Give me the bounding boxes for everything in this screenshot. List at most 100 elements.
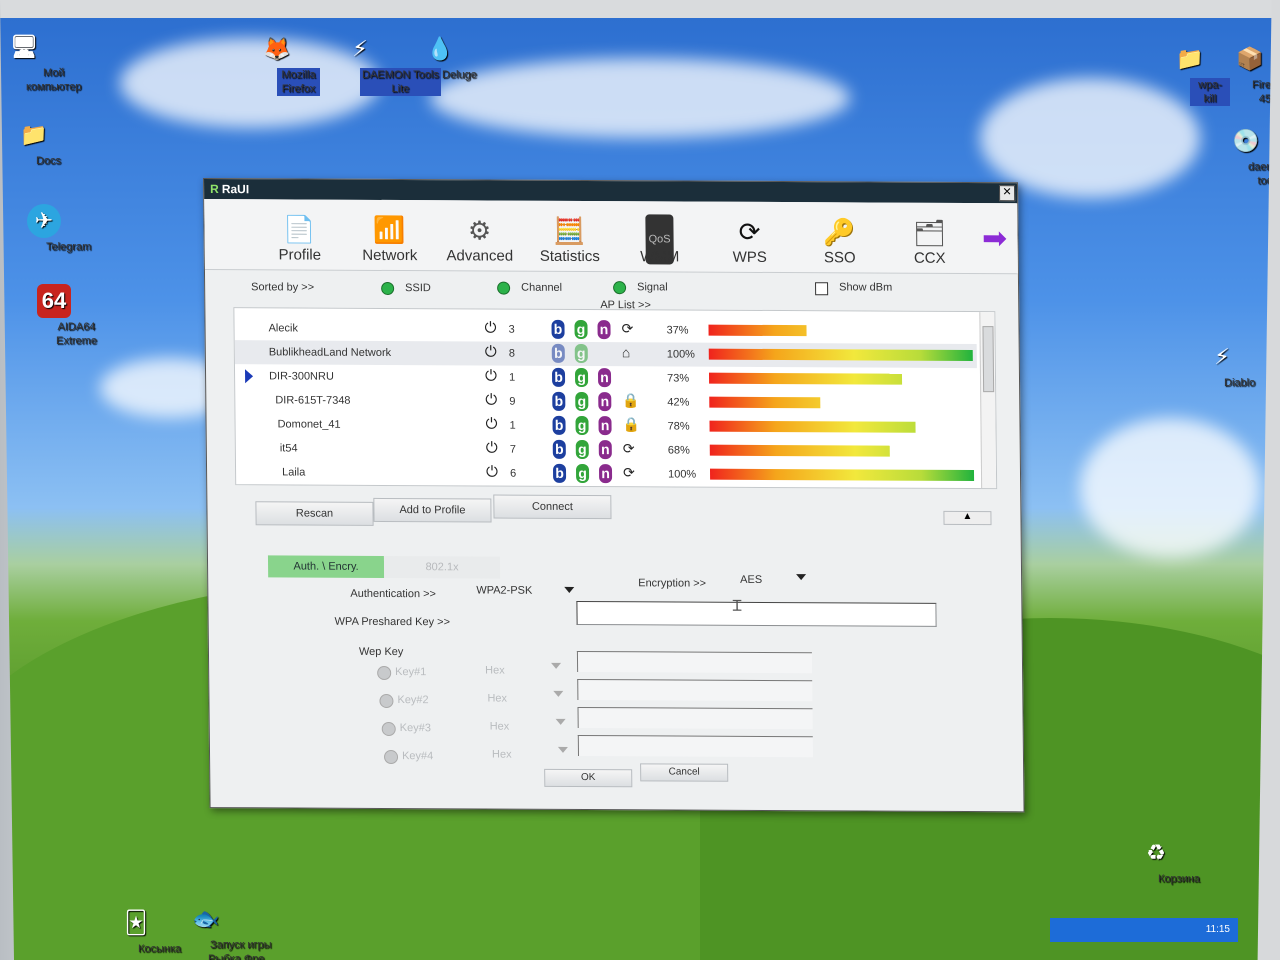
ap-row[interactable]: Laila ⏻ 6 b g n ⟳ 100% [236, 460, 978, 488]
sort-channel-radio[interactable] [497, 281, 511, 295]
toolbar-statistics-button[interactable]: 🧮 Statistics [524, 214, 615, 271]
desktop-icon-docs[interactable]: 📁 Docs [0, 118, 76, 168]
cloud [980, 78, 1200, 198]
sort-ssid-radio[interactable] [381, 281, 395, 296]
deluge-icon: 💧 [426, 36, 454, 61]
wep-key4-radio[interactable] [383, 749, 399, 765]
chevron-down-icon[interactable] [551, 662, 562, 669]
desktop-icon-fishing-game[interactable]: 🐟 Запуск игры Рыбка Фре... [166, 902, 273, 960]
lock-icon: ⌂ [621, 344, 631, 361]
telegram-icon: ✈ [27, 204, 61, 238]
gears-icon: ⚙ [467, 215, 492, 246]
mode-g-icon: g [574, 367, 589, 388]
collapse-button[interactable]: ▲ [943, 510, 992, 526]
installer-icon: 📦 [1236, 46, 1264, 71]
sort-signal-radio[interactable] [613, 281, 627, 295]
mode-b-icon: b [552, 391, 566, 411]
desktop-icon-firefox[interactable]: 🦊 Mozilla Firefox [234, 32, 320, 96]
desktop-icon-aida64[interactable]: 64 AIDA64 Extreme [12, 284, 97, 347]
wps-icon: ⟳ [738, 216, 761, 247]
clock[interactable]: 11:15 [1206, 924, 1230, 935]
arrow-right-icon[interactable]: ➡ [974, 221, 1014, 256]
wep-key1-radio[interactable] [377, 665, 392, 681]
desktop-icon-daemon-too[interactable]: 💿 daemon-too... [1206, 124, 1280, 188]
ap-list-scrollbar[interactable] [979, 312, 997, 489]
wep-key1-format[interactable]: Hex [485, 665, 505, 677]
wep-key3-radio[interactable] [381, 721, 396, 737]
wep-key2-radio[interactable] [379, 693, 394, 709]
ccx-icon: 🗂 [912, 217, 947, 248]
desktop-icon-label: AIDA64 Extreme [56, 321, 97, 347]
wep-key4-input[interactable] [577, 734, 813, 758]
close-button[interactable]: ✕ [998, 185, 1016, 202]
cancel-button[interactable]: Cancel [640, 763, 729, 782]
raui-window[interactable]: R RaUI ✕ 📄 Profile 📶 Network ⚙ Advanced … [203, 178, 1025, 813]
wep-key2-label: Key#2 [397, 694, 429, 707]
scrollbar-thumb[interactable] [982, 326, 995, 393]
toolbar-wmm-button[interactable]: QoS WMM [614, 214, 705, 271]
lock-icon: 🔒 [622, 416, 641, 433]
mode-n-icon: n [598, 464, 613, 484]
toolbar-label: WMM [640, 248, 680, 266]
desktop-icon-label: wpa-kill [1190, 78, 1230, 106]
wep-key2-format[interactable]: Hex [487, 693, 507, 705]
key-icon: 🔑 [823, 217, 856, 248]
toolbar-profile-button[interactable]: 📄 Profile [254, 212, 345, 269]
desktop-icon-diablo[interactable]: ⚡ Diablo [1182, 340, 1262, 390]
rescan-button[interactable]: Rescan [255, 501, 374, 526]
wpa-key-label: WPA Preshared Key >> [334, 615, 451, 629]
encryption-select[interactable]: AES [740, 574, 762, 586]
ap-ssid: Laila [282, 466, 306, 479]
desktop-icon-deluge[interactable]: 💧 Deluge [398, 32, 482, 82]
system-tray[interactable]: 11:15 [1050, 918, 1238, 942]
desktop-icon-firefox-setup[interactable]: 📦 Firefox Setu 45.9.0esr [1214, 42, 1280, 106]
sort-signal-label: Signal [637, 281, 668, 294]
toolbar-sso-button[interactable]: 🔑 SSO [794, 215, 885, 272]
show-dbm-checkbox[interactable] [815, 282, 829, 296]
toolbar-network-button[interactable]: 📶 Network [344, 213, 435, 270]
signal-bar [709, 444, 890, 457]
signal-bar [708, 348, 973, 362]
wep-key3-label: Key#3 [399, 722, 432, 735]
wep-key3-format[interactable]: Hex [490, 721, 510, 733]
wep-key4-format[interactable]: Hex [492, 749, 512, 761]
tab-8021x[interactable]: 802.1x [383, 555, 501, 579]
desktop[interactable]: 🖥 Мой компьютер 📁 Docs ✈ Telegram 64 AID… [0, 18, 1280, 960]
desktop-icon-label: Mozilla Firefox [277, 68, 320, 96]
ap-list[interactable]: Alecik ⏻ 3 b g n ⟳ 37% BublikheadLand Ne… [233, 307, 998, 490]
wep-key2-input[interactable] [577, 678, 813, 702]
desktop-icon-my-computer[interactable]: 🖥 Мой компьютер [0, 30, 81, 94]
authentication-select[interactable]: WPA2-PSK [476, 584, 532, 596]
chevron-down-icon[interactable] [557, 746, 568, 753]
diablo-icon: ⚡ [1214, 344, 1230, 369]
wps-security-icon: ⟳ [622, 440, 635, 457]
chevron-down-icon[interactable] [553, 690, 564, 697]
desktop-icon-telegram[interactable]: ✈ Telegram [2, 204, 91, 253]
mode-b-icon: b [552, 439, 566, 459]
computer-icon: 🖥 [10, 34, 38, 59]
desktop-icon-kosynka[interactable]: 🃏 Косынка [96, 906, 181, 956]
toolbar-advanced-button[interactable]: ⚙ Advanced [434, 213, 525, 270]
ok-button[interactable]: OK [544, 768, 633, 788]
toolbar-ccx-button[interactable]: 🗂 CCX [884, 216, 975, 273]
authentication-label: Authentication >> [350, 587, 437, 601]
desktop-icon-daemon-tools[interactable]: ⚡ DAEMON Tools Lite [318, 32, 441, 96]
wep-key3-input[interactable] [577, 706, 813, 730]
ap-signal-percent: 100% [666, 348, 695, 361]
chevron-down-icon[interactable] [564, 586, 575, 593]
toolbar-wps-button[interactable]: ⟳ WPS [704, 215, 795, 272]
desktop-icon-label: Косынка [138, 943, 182, 955]
ap-signal-percent: 78% [667, 420, 690, 433]
toolbar-label: WPS [732, 248, 767, 266]
wep-key1-input[interactable] [576, 650, 813, 674]
wpa-key-input[interactable] [576, 600, 937, 627]
tab-auth-encry[interactable]: Auth. \ Encry. [267, 555, 385, 578]
connected-arrow-icon [244, 369, 254, 384]
chevron-down-icon[interactable] [796, 574, 807, 581]
channel-icon: ⏻ [484, 343, 497, 361]
chevron-down-icon[interactable] [555, 718, 566, 725]
ap-ssid: it54 [279, 442, 298, 455]
add-to-profile-button[interactable]: Add to Profile [373, 497, 492, 523]
connect-button[interactable]: Connect [493, 494, 612, 520]
desktop-icon-recycle-bin[interactable]: ♻ Корзина [1116, 836, 1200, 886]
